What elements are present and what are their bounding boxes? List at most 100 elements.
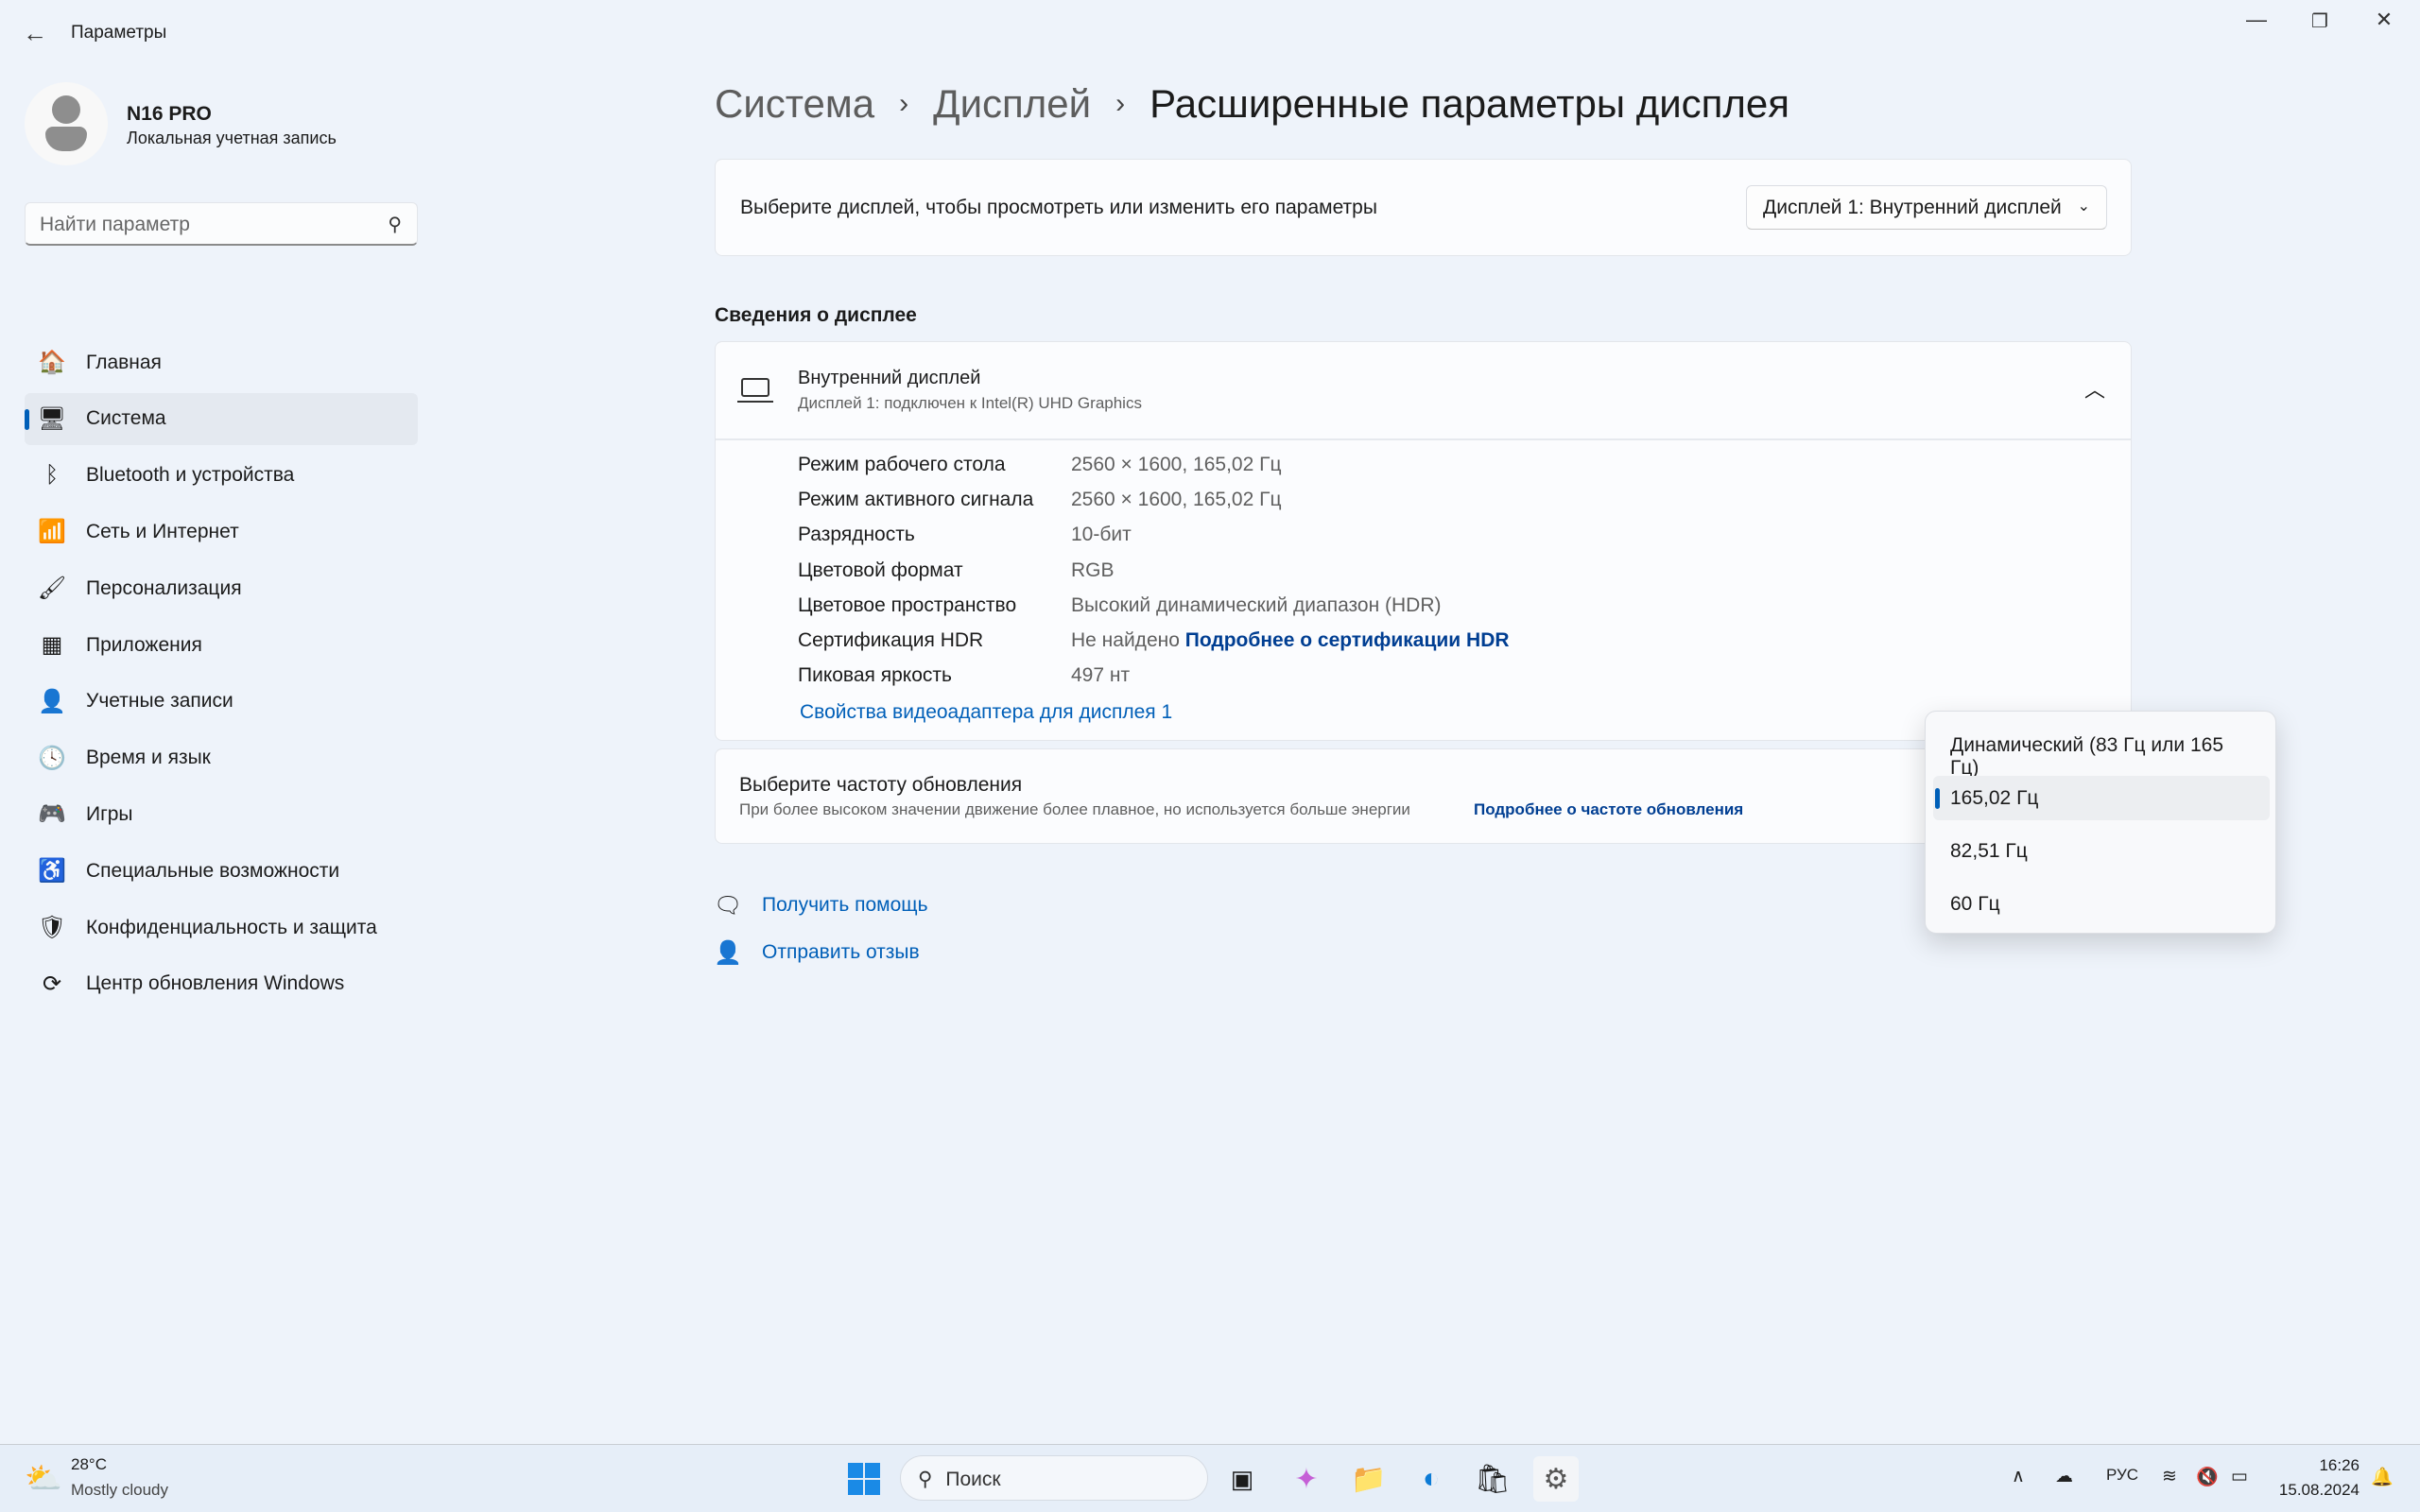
taskbar-search[interactable]: ⚲ Поиск xyxy=(900,1455,1208,1501)
display-dropdown[interactable]: Дисплей 1: Внутренний дисплей ⌄ xyxy=(1746,185,2107,230)
search-input[interactable]: Найти параметр ⚲ xyxy=(25,202,418,246)
refresh-option[interactable]: Динамический (83 Гц или 165 Гц) xyxy=(1933,723,2270,779)
sidebar-item-label: Система xyxy=(86,407,166,430)
clock-time[interactable]: 16:26 xyxy=(2314,1456,2360,1475)
time-language-icon: 🕓 xyxy=(38,745,66,771)
info-label: Режим рабочего стола xyxy=(798,454,1006,475)
onedrive-icon[interactable]: ☁ xyxy=(2055,1466,2073,1487)
wifi-icon[interactable]: ≋ xyxy=(2162,1466,2177,1487)
breadcrumb-separator: › xyxy=(1115,88,1126,119)
sidebar-item-11[interactable]: ⟳ Центр обновления Windows xyxy=(25,958,418,1010)
file-explorer-icon[interactable]: 📁 xyxy=(1346,1456,1392,1502)
laptop-icon xyxy=(741,378,769,397)
info-value: 10-бит xyxy=(1071,524,1132,546)
settings-icon[interactable]: ⚙ xyxy=(1533,1456,1579,1502)
refresh-rate-dropdown-menu: Динамический (83 Гц или 165 Гц) 165,02 Г… xyxy=(1925,711,2276,934)
sidebar-item-2[interactable]: ᛒ Bluetooth и устройства xyxy=(25,450,418,502)
weather-temp[interactable]: 28°C xyxy=(71,1455,107,1474)
taskbar-search-label: Поиск xyxy=(945,1469,1001,1490)
search-icon: ⚲ xyxy=(918,1469,933,1490)
update-icon: ⟳ xyxy=(42,971,62,997)
display-title: Внутренний дисплей xyxy=(798,368,981,388)
avatar[interactable] xyxy=(25,82,108,165)
info-label: Режим активного сигнала xyxy=(798,489,1034,511)
copilot-icon[interactable]: ✦ xyxy=(1284,1456,1329,1502)
section-title: Сведения о дисплее xyxy=(715,304,917,326)
page-title: Расширенные параметры дисплея xyxy=(1150,81,1790,126)
refresh-option-selected[interactable]: 165,02 Гц xyxy=(1933,776,2270,820)
breadcrumb-display[interactable]: Дисплей xyxy=(933,81,1091,127)
display-dropdown-value: Дисплей 1: Внутренний дисплей xyxy=(1763,197,2062,218)
tray-overflow-icon[interactable]: ∧ xyxy=(2012,1466,2025,1487)
sidebar-item-1[interactable]: 🖥 Система xyxy=(25,392,418,445)
info-value-text: Не найдено xyxy=(1071,629,1180,651)
sidebar-item-5[interactable]: ▦ Приложения xyxy=(25,619,418,671)
language-indicator[interactable]: РУС xyxy=(2106,1466,2138,1485)
sidebar-item-label: Центр обновления Windows xyxy=(86,972,345,995)
refresh-title: Выберите частоту обновления xyxy=(739,774,1023,796)
sidebar-item-label: Игры xyxy=(86,802,133,825)
wifi-icon: 📶 xyxy=(38,519,66,545)
back-button[interactable]: ← xyxy=(23,19,47,48)
sidebar-item-7[interactable]: 🕓 Время и язык xyxy=(25,732,418,784)
search-icon: ⚲ xyxy=(388,215,402,235)
battery-icon[interactable]: ▭ xyxy=(2231,1466,2248,1487)
info-label: Сертификация HDR xyxy=(798,629,984,651)
refresh-option[interactable]: 60 Гц xyxy=(1933,882,2270,926)
refresh-learn-more-link[interactable]: Подробнее о частоте обновления xyxy=(1474,800,1743,819)
close-button[interactable]: ✕ xyxy=(2356,8,2412,32)
send-feedback-link[interactable]: Отправить отзыв xyxy=(762,941,920,964)
info-value: RGB xyxy=(1071,559,1115,582)
collapse-button[interactable]: ︿ xyxy=(2084,373,2105,404)
info-value-text: 10-бит xyxy=(1071,524,1132,546)
info-value: 2560 × 1600, 165,02 Гц xyxy=(1071,454,1282,476)
window-title: Параметры xyxy=(71,23,167,43)
sidebar-item-label: Сеть и Интернет xyxy=(86,520,239,542)
shield-icon: 🛡 xyxy=(37,915,67,940)
get-help-link[interactable]: Получить помощь xyxy=(762,894,928,917)
sidebar-item-label: Специальные возможности xyxy=(86,859,340,882)
sidebar-item-6[interactable]: 👤 Учетные записи xyxy=(25,676,418,728)
sidebar-item-3[interactable]: 📶 Сеть и Интернет xyxy=(25,506,418,558)
start-icon[interactable] xyxy=(841,1456,887,1502)
chevron-down-icon: ⌄ xyxy=(2077,198,2090,215)
clock-date[interactable]: 15.08.2024 xyxy=(2273,1481,2360,1500)
info-value-text: 2560 × 1600, 165,02 Гц xyxy=(1071,454,1282,475)
home-icon: 🏠 xyxy=(38,350,66,375)
gaming-icon: 🎮 xyxy=(38,801,66,828)
edge-icon[interactable]: ◐ xyxy=(1409,1456,1454,1502)
info-value-text: 497 нт xyxy=(1071,664,1131,687)
breadcrumb-system[interactable]: Система xyxy=(715,81,874,127)
sidebar-item-8[interactable]: 🎮 Игры xyxy=(25,788,418,840)
accessibility-icon: ♿ xyxy=(38,858,66,885)
info-value: 497 нт xyxy=(1071,664,1130,687)
help-icon: 🗨 xyxy=(714,893,743,919)
sidebar-item-10[interactable]: 🛡 Конфиденциальность и защита xyxy=(25,902,418,954)
weather-desc[interactable]: Mostly cloudy xyxy=(71,1481,168,1500)
sidebar-item-label: Персонализация xyxy=(86,576,242,599)
info-label: Разрядность xyxy=(798,524,915,546)
task-view-icon[interactable]: ▣ xyxy=(1219,1456,1265,1502)
weather-icon[interactable]: ⛅ xyxy=(25,1460,62,1496)
refresh-option[interactable]: 82,51 Гц xyxy=(1933,829,2270,873)
restore-button[interactable]: ❐ xyxy=(2291,9,2348,33)
hdr-certification-link[interactable]: Подробнее о сертификации HDR xyxy=(1185,629,1510,651)
taskbar: ⛅ 28°C Mostly cloudy ⚲ Поиск ▣ ✦ 📁 ◐ 🛍 ⚙ … xyxy=(0,1444,2420,1512)
notification-bell-icon[interactable]: 🔔 xyxy=(2371,1466,2394,1488)
search-placeholder: Найти параметр xyxy=(40,214,190,235)
minimize-button[interactable]: — xyxy=(2228,8,2285,32)
breadcrumb-separator: › xyxy=(899,88,909,119)
sidebar-item-9[interactable]: ♿ Специальные возможности xyxy=(25,845,418,897)
refresh-description: При более высоком значении движение боле… xyxy=(739,800,1410,818)
display-select-label: Выберите дисплей, чтобы просмотреть или … xyxy=(740,197,1377,218)
store-icon[interactable]: 🛍 xyxy=(1470,1456,1515,1502)
info-value-text: Высокий динамический диапазон (HDR) xyxy=(1071,593,1442,616)
sidebar-item-4[interactable]: 🖌 Персонализация xyxy=(25,562,418,614)
account-type: Локальная учетная запись xyxy=(127,129,337,147)
sound-icon[interactable]: 🔇 xyxy=(2196,1466,2219,1488)
sidebar-item-0[interactable]: 🏠 Главная xyxy=(25,336,418,388)
bluetooth-icon: ᛒ xyxy=(44,462,60,489)
adapter-properties-link[interactable]: Свойства видеоадаптера для дисплея 1 xyxy=(800,701,1172,724)
sidebar-item-label: Приложения xyxy=(86,633,202,656)
apps-icon: ▦ xyxy=(41,632,63,658)
